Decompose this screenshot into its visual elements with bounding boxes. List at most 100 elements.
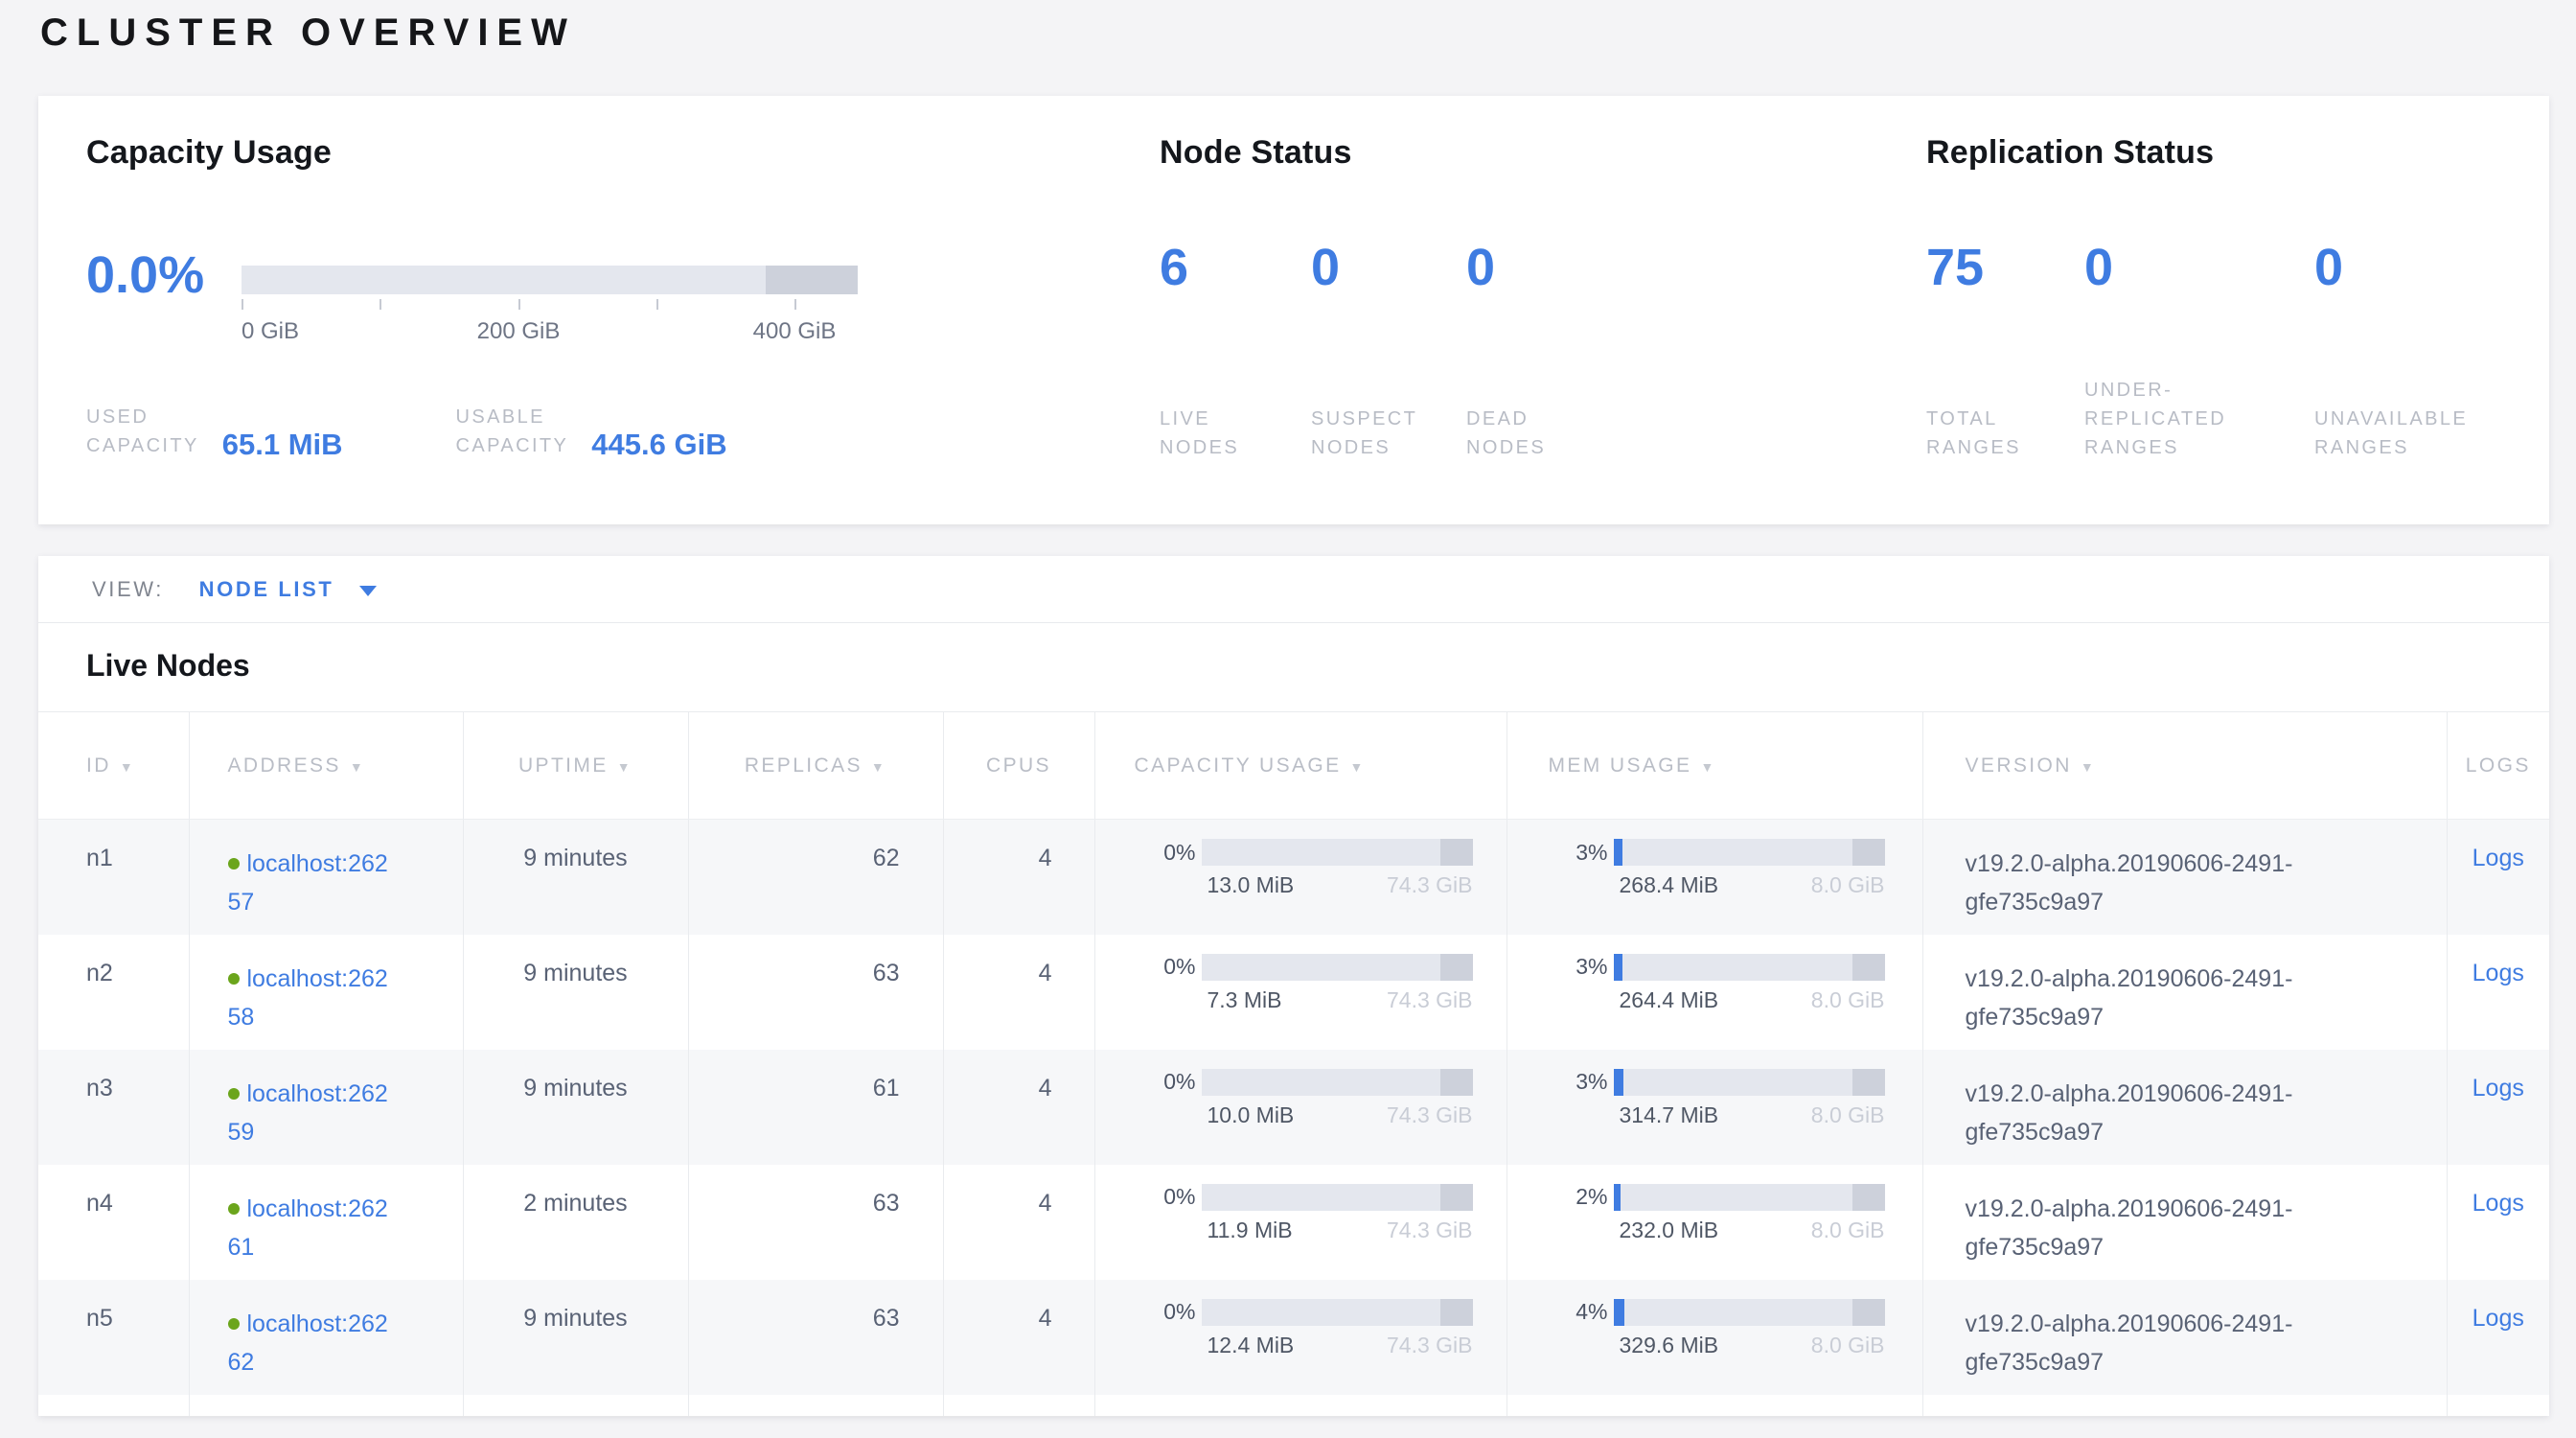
node-capacity-usage-cell: 0% 10.0 MiB 74.3 GiB — [1094, 1050, 1506, 1165]
logs-link[interactable]: Logs — [2472, 1305, 2524, 1332]
sort-arrow-icon: ▼ — [1350, 759, 1366, 775]
suspect-nodes-stat: 0 SUSPECT NODES — [1311, 238, 1466, 462]
node-address-cell: localhost:26258 — [189, 935, 463, 1050]
mem-percent: 4% — [1560, 1299, 1608, 1325]
capacity-meter-reserved — [1440, 839, 1473, 866]
capacity-meter-reserved — [1440, 1069, 1473, 1096]
node-replicas-cell: 63 — [688, 1165, 943, 1280]
node-address-link[interactable]: localhost:26258 — [228, 965, 388, 1031]
capacity-meter-reserved — [1440, 1184, 1473, 1211]
node-cpus-cell: 4 — [943, 820, 1094, 935]
view-selector-bar: VIEW: NODE LIST — [38, 556, 2549, 623]
logs-link[interactable]: Logs — [2472, 845, 2524, 871]
node-address-cell: localhost:26259 — [189, 1050, 463, 1165]
usable-capacity-label: USABLE CAPACITY — [456, 403, 569, 460]
node-cpus-cell: 4 — [943, 1165, 1094, 1280]
mem-total-value: 8.0 GiB — [1811, 1102, 1885, 1128]
capacity-percent: 0% — [1148, 1299, 1196, 1325]
capacity-meter-reserved — [1440, 1299, 1473, 1326]
node-logs-cell: Logs — [2447, 1050, 2549, 1165]
unavailable-ranges-stat: 0 UNAVAILABLE RANGES — [2314, 238, 2535, 462]
column-header-mem-usage[interactable]: MEM USAGE▼ — [1506, 712, 1922, 820]
node-address-link[interactable]: localhost:26259 — [228, 1080, 388, 1146]
capacity-percent: 0% — [1148, 954, 1196, 980]
node-address-link[interactable]: localhost:26262 — [228, 1310, 388, 1376]
mem-used-value: 264.4 MiB — [1614, 987, 1719, 1013]
mem-percent: 3% — [1560, 954, 1608, 980]
node-version-cell: v19.2.0-alpha.20190606-2491-gfe735c9a97 — [1922, 1280, 2447, 1395]
axis-label: 200 GiB — [477, 318, 561, 345]
mem-meter-reserved — [1852, 1299, 1885, 1326]
node-replicas-cell: 63 — [688, 1280, 943, 1395]
column-header-version[interactable]: VERSION▼ — [1922, 712, 2447, 820]
mem-total-value: 8.0 GiB — [1811, 1333, 1885, 1358]
column-header-id[interactable]: ID▼ — [38, 712, 189, 820]
node-logs-cell: Logs — [2447, 935, 2549, 1050]
capacity-usage-percent: 0.0% — [86, 245, 204, 305]
axis-tick — [242, 299, 243, 310]
axis-tick — [794, 299, 796, 310]
axis-tick — [380, 299, 381, 310]
cluster-summary-card: Capacity Usage 0.0% 0 GiB 200 GiB 400 Gi… — [38, 96, 2549, 524]
chevron-down-icon[interactable] — [359, 586, 377, 596]
capacity-used-value: 10.0 MiB — [1202, 1102, 1295, 1128]
capacity-used-value: 11.9 MiB — [1202, 1218, 1293, 1243]
node-capacity-usage-cell: 0% 12.4 MiB 74.3 GiB — [1094, 1280, 1506, 1395]
mem-total-value: 8.0 GiB — [1811, 872, 1885, 898]
node-capacity-usage-cell: 0% 11.9 MiB 74.3 GiB — [1094, 1165, 1506, 1280]
used-capacity-value: 65.1 MiB — [222, 428, 343, 462]
mem-percent: 3% — [1560, 1069, 1608, 1095]
node-replicas-cell: 63 — [688, 935, 943, 1050]
node-uptime-cell: 9 minutes — [463, 1280, 688, 1395]
node-id-cell: n2 — [38, 935, 189, 1050]
node-address-link[interactable]: localhost:26261 — [228, 1195, 388, 1261]
capacity-used-value: 12.4 MiB — [1202, 1333, 1295, 1358]
logs-link[interactable]: Logs — [2472, 1190, 2524, 1217]
view-label: VIEW: — [92, 577, 164, 601]
node-uptime-cell: 2 minutes — [463, 1165, 688, 1280]
sort-arrow-icon: ▼ — [1700, 759, 1715, 775]
node-live-status-icon — [228, 973, 240, 985]
column-header-uptime[interactable]: UPTIME▼ — [463, 712, 688, 820]
mem-meter-reserved — [1852, 954, 1885, 981]
node-replicas-cell: 61 — [688, 1050, 943, 1165]
mem-meter — [1614, 1184, 1885, 1211]
mem-meter-fill — [1614, 1069, 1624, 1096]
node-uptime-cell: 9 minutes — [463, 935, 688, 1050]
dead-nodes-stat: 0 DEAD NODES — [1466, 238, 1658, 462]
column-header-address[interactable]: ADDRESS▼ — [189, 712, 463, 820]
node-mem-usage-cell: 2% 232.0 MiB 8.0 GiB — [1506, 1165, 1922, 1280]
used-capacity-label: USED CAPACITY — [86, 403, 199, 460]
live-nodes-stat: 6 LIVE NODES — [1160, 238, 1311, 462]
total-ranges-stat: 75 TOTAL RANGES — [1926, 238, 2084, 462]
usable-capacity-value: 445.6 GiB — [591, 428, 726, 462]
node-id-cell: n5 — [38, 1280, 189, 1395]
table-header-row: ID▼ ADDRESS▼ UPTIME▼ REPLICAS▼ CPUS CAPA… — [38, 712, 2549, 820]
replication-status-title: Replication Status — [1926, 134, 2540, 172]
sort-arrow-icon: ▼ — [871, 759, 886, 775]
live-nodes-heading: Live Nodes — [38, 623, 2549, 711]
view-dropdown[interactable]: NODE LIST — [199, 577, 334, 601]
capacity-usage-title: Capacity Usage — [86, 134, 1121, 172]
node-version-cell: v19.2.0-alpha.20190606-2491-gfe735c9a97 — [1922, 935, 2447, 1050]
node-version-cell: v19.2.0-alpha.20190606-2491-gfe735c9a97 — [1922, 820, 2447, 935]
capacity-meter — [1202, 1069, 1473, 1096]
axis-label: 0 GiB — [242, 318, 299, 345]
node-address-link[interactable]: localhost:26257 — [228, 850, 388, 916]
column-header-capacity-usage[interactable]: CAPACITY USAGE▼ — [1094, 712, 1506, 820]
node-version-cell: v19.2.0-alpha.20190606-2491-gfe735c9a97 — [1922, 1165, 2447, 1280]
mem-meter-reserved — [1852, 839, 1885, 866]
capacity-used-value: 7.3 MiB — [1202, 987, 1282, 1013]
sort-arrow-icon: ▼ — [120, 759, 135, 775]
logs-link[interactable]: Logs — [2472, 1075, 2524, 1102]
logs-link[interactable]: Logs — [2472, 960, 2524, 986]
mem-total-value: 8.0 GiB — [1811, 1218, 1885, 1243]
axis-tick — [656, 299, 658, 310]
table-row: n5 localhost:26262 9 minutes 63 4 0% 12.… — [38, 1280, 2549, 1395]
mem-meter-fill — [1614, 954, 1622, 981]
table-row: n2 localhost:26258 9 minutes 63 4 0% 7.3… — [38, 935, 2549, 1050]
column-header-replicas[interactable]: REPLICAS▼ — [688, 712, 943, 820]
cluster-overview-page: CLUSTER OVERVIEW Capacity Usage 0.0% 0 G… — [0, 0, 2576, 1438]
sort-arrow-icon: ▼ — [617, 759, 632, 775]
mem-percent: 3% — [1560, 840, 1608, 866]
